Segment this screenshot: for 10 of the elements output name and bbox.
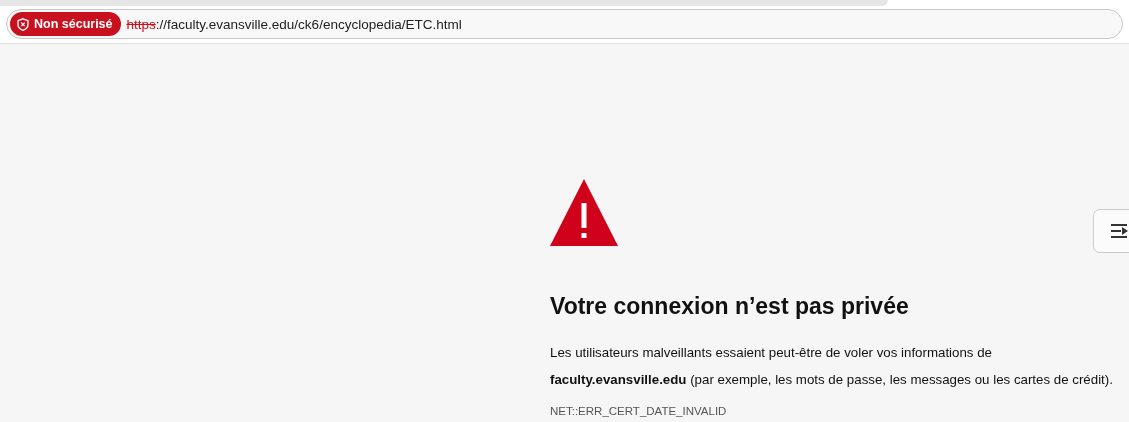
side-panel-button[interactable] xyxy=(1093,209,1129,253)
error-heading: Votre connexion n’est pas privée xyxy=(550,292,910,320)
url-text: https://faculty.evansville.edu/ck6/encyclopedia/ETC.html xyxy=(126,16,462,32)
security-badge[interactable]: Non sécurisé xyxy=(10,12,121,36)
error-code: NET::ERR_CERT_DATE_INVALID xyxy=(550,405,727,417)
error-description: Les utilisateurs malveillants essaient peut-être de voler vos informations de faculty.evansville.edu (par exemple, les mots de passe, les messages ou les cartes de crédit). xyxy=(550,344,1114,389)
address-field[interactable]: Non sécurisé https://faculty.evansville.edu/ck6/encyclopedia/ETC.html xyxy=(6,9,1123,39)
panel-toggle-icon xyxy=(1111,224,1129,238)
shield-icon xyxy=(17,17,29,31)
warning-icon xyxy=(550,179,618,246)
